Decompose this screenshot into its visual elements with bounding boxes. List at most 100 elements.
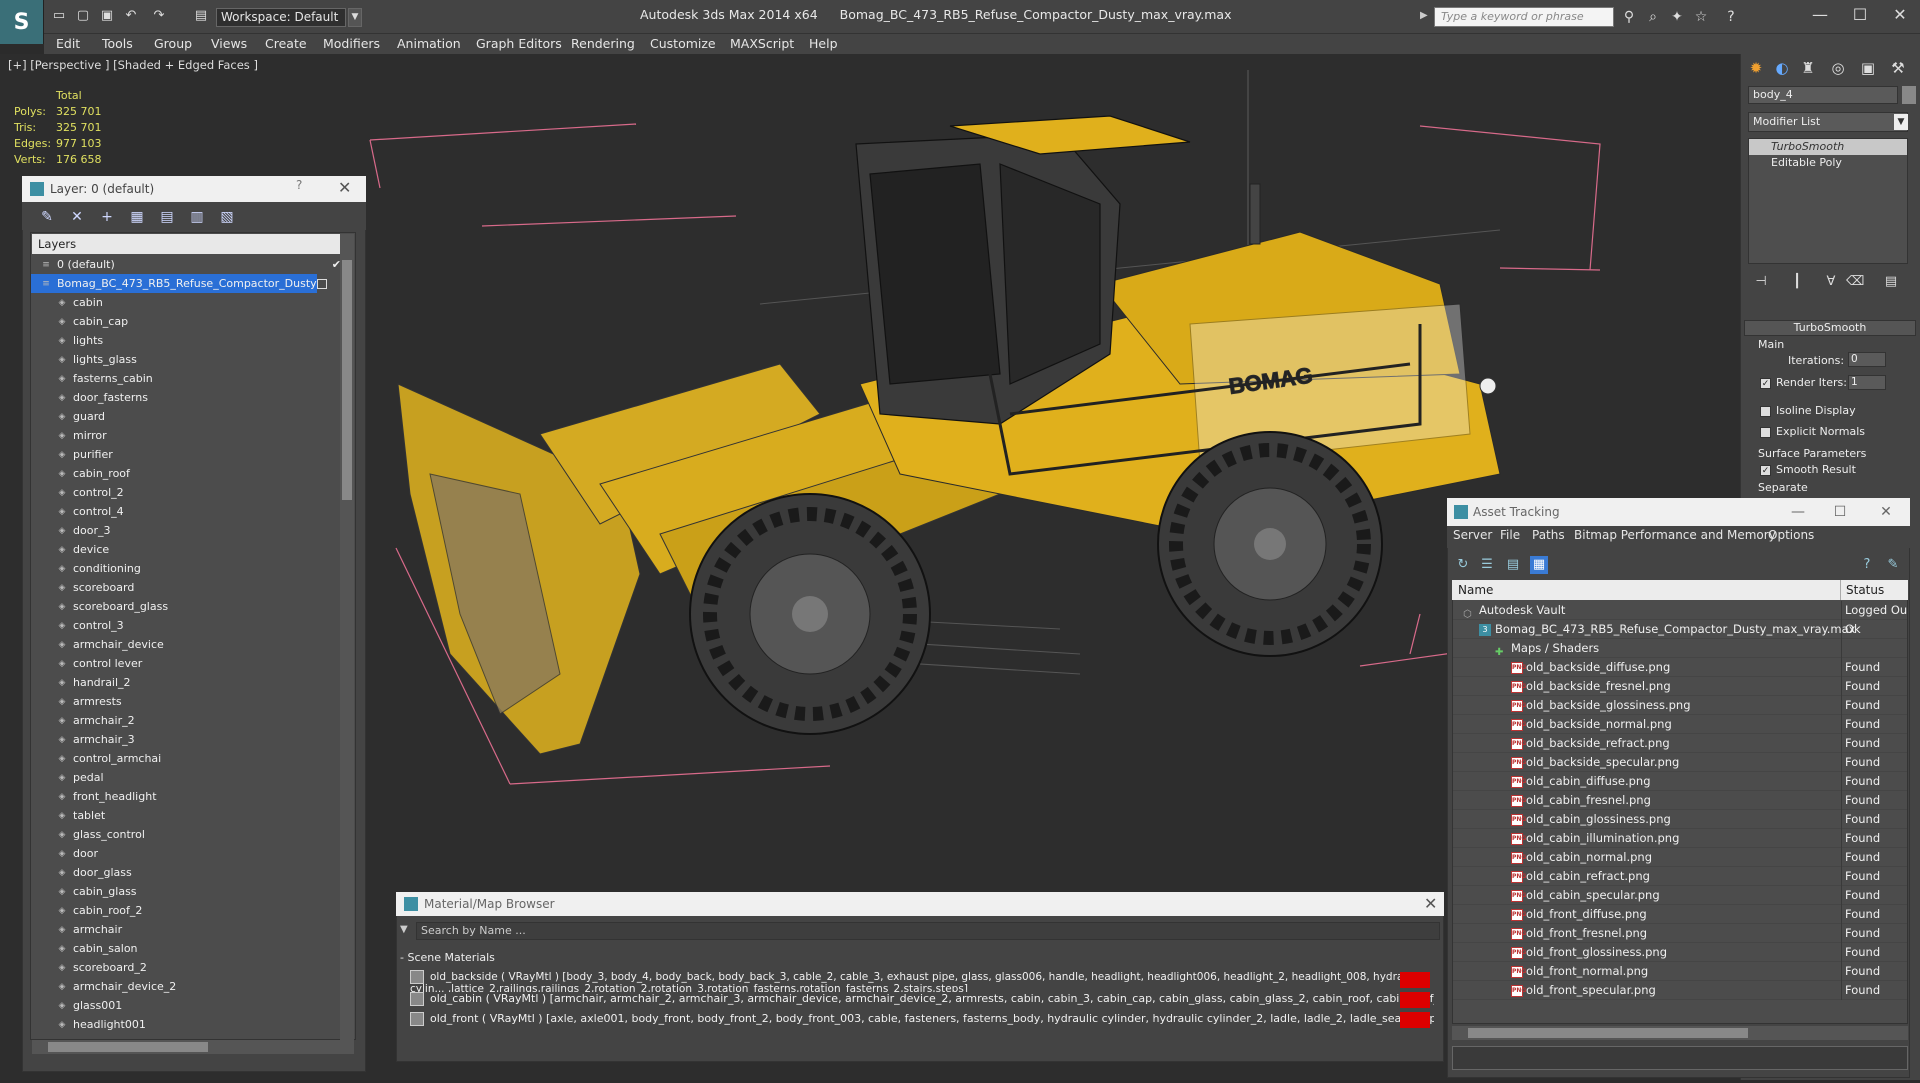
layer-list[interactable]: ≡ 0 (default) ✔ ≡ Bomag_BC_473_RB5_Refuse_Co… — [30, 232, 356, 1040]
redo-icon[interactable]: ↷ — [150, 7, 168, 25]
asset-row[interactable]: PNGold_backside_refract.png Found — [1453, 734, 1907, 753]
menu-views[interactable]: Views — [211, 34, 247, 54]
layer-row[interactable]: ◈ guard — [31, 407, 355, 426]
layer-row[interactable]: ◈ glass001 — [31, 996, 355, 1015]
layer-panel-title[interactable]: Layer: 0 (default) — [22, 176, 366, 202]
layer-row[interactable]: ◈ door_fasterns — [31, 388, 355, 407]
explicit-normals-checkbox[interactable] — [1760, 427, 1771, 438]
layer-row[interactable]: ◈ cabin_roof — [31, 464, 355, 483]
asset-row[interactable]: PNGold_cabin_glossiness.png Found — [1453, 810, 1907, 829]
modifier-list-dropdown[interactable]: Modifier List — [1748, 112, 1908, 132]
favorites-star-icon[interactable]: ☆ — [1692, 8, 1710, 26]
open-file-icon[interactable]: ▢ — [74, 7, 92, 25]
app-logo-icon[interactable]: S — [0, 0, 44, 44]
help-icon[interactable]: ? — [1722, 8, 1740, 26]
close-icon[interactable]: ✕ — [338, 178, 351, 197]
menu-maxscript[interactable]: MAXScript — [730, 34, 794, 54]
subscription-icon[interactable]: ⌕ — [1644, 8, 1662, 26]
asset-row[interactable]: PNGold_backside_diffuse.png Found — [1453, 658, 1907, 677]
table-view-icon[interactable]: ▦ — [1530, 556, 1548, 574]
material-old-backside[interactable]: old_backside ( VRayMtl ) [body_3, body_4… — [410, 970, 1434, 992]
layer-row[interactable]: ◈ cabin_glass — [31, 882, 355, 901]
asset-row[interactable]: ⬡ Autodesk Vault Logged Ou — [1453, 601, 1907, 620]
asset-row[interactable]: PNGold_cabin_fresnel.png Found — [1453, 791, 1907, 810]
layer-row[interactable]: ◈ cabin — [31, 293, 355, 312]
render-iters-spinner[interactable]: 1 — [1848, 375, 1886, 390]
layer-row[interactable]: ◈ conditioning — [31, 559, 355, 578]
layer-row[interactable]: ◈ door_3 — [31, 521, 355, 540]
modify-tab-icon[interactable]: ◐ — [1770, 56, 1794, 80]
search-input[interactable]: Type a keyword or phrase — [1434, 7, 1614, 27]
layer-row[interactable]: ◈ control_3 — [31, 616, 355, 635]
layer-row[interactable]: ◈ scoreboard_2 — [31, 958, 355, 977]
close-icon[interactable]: ✕ — [1870, 500, 1902, 524]
asset-row[interactable]: PNGold_backside_specular.png Found — [1453, 753, 1907, 772]
layer-row[interactable]: ◈ cabin_salon — [31, 939, 355, 958]
layer-row[interactable]: ◈ device — [31, 540, 355, 559]
layer-row[interactable]: ◈ headlight001 — [31, 1015, 355, 1034]
maximize-icon[interactable]: ☐ — [1824, 500, 1856, 524]
maximize-icon[interactable]: ☐ — [1840, 2, 1880, 28]
asset-row[interactable]: PNGold_cabin_specular.png Found — [1453, 886, 1907, 905]
layer-row[interactable]: ◈ control_4 — [31, 502, 355, 521]
layer-row[interactable]: ◈ control lever — [31, 654, 355, 673]
create-tab-icon[interactable]: ✹ — [1744, 56, 1768, 80]
layer-row[interactable]: ◈ cabin_roof_2 — [31, 901, 355, 920]
pin-icon[interactable]: ✎ — [1884, 556, 1902, 574]
layer-row[interactable]: ◈ scoreboard_glass — [31, 597, 355, 616]
configure-sets-icon[interactable]: ▤ — [1882, 273, 1900, 291]
layer-row[interactable]: ◈ door — [31, 844, 355, 863]
delete-layer-icon[interactable]: ✕ — [68, 208, 86, 226]
asset-path-field[interactable] — [1452, 1046, 1908, 1070]
object-color-swatch[interactable] — [1902, 86, 1916, 104]
layer-row[interactable]: ◈ armchair_3 — [31, 730, 355, 749]
asset-menu-server[interactable]: Server — [1453, 528, 1492, 542]
menu-rendering[interactable]: Rendering — [571, 34, 635, 54]
hierarchy-tab-icon[interactable]: ♜ — [1796, 56, 1820, 80]
display-tab-icon[interactable]: ▣ — [1856, 56, 1880, 80]
search-expand-icon[interactable]: ▶ — [1420, 10, 1428, 21]
search-options-icon[interactable]: ▼ — [400, 924, 408, 935]
layer-row[interactable]: ≡ 0 (default) ✔ — [31, 255, 355, 274]
asset-row[interactable]: PNGold_backside_glossiness.png Found — [1453, 696, 1907, 715]
layer-row[interactable]: ◈ cabin_cap — [31, 312, 355, 331]
asset-row[interactable]: PNGold_front_specular.png Found — [1453, 981, 1907, 1000]
asset-row[interactable]: 3 Bomag_BC_473_RB5_Refuse_Compactor_Dusty… — [1453, 620, 1907, 639]
minimize-icon[interactable]: — — [1800, 2, 1840, 28]
asset-menu-file[interactable]: File — [1500, 528, 1520, 542]
layer-hscroll-thumb[interactable] — [48, 1042, 208, 1052]
asset-row[interactable]: PNGold_cabin_illumination.png Found — [1453, 829, 1907, 848]
layer-visibility-box[interactable] — [317, 278, 327, 289]
chevron-down-icon[interactable]: ▼ — [1894, 114, 1908, 130]
asset-row[interactable]: PNGold_front_diffuse.png Found — [1453, 905, 1907, 924]
layers-column-header[interactable]: Layers — [32, 234, 342, 254]
asset-row[interactable]: PNGold_cabin_normal.png Found — [1453, 848, 1907, 867]
undo-icon[interactable]: ↶ — [122, 7, 140, 25]
menu-create[interactable]: Create — [265, 34, 307, 54]
layer-row[interactable]: ◈ front_headlight — [31, 787, 355, 806]
scene-materials-group[interactable]: - Scene Materials — [400, 950, 1440, 966]
layer-row[interactable]: ◈ purifier — [31, 445, 355, 464]
layer-row[interactable]: ◈ armchair_device — [31, 635, 355, 654]
layer-scroll-thumb[interactable] — [342, 260, 352, 500]
smooth-result-checkbox[interactable]: ✓ — [1760, 465, 1771, 476]
project-folder-icon[interactable]: ▤ — [192, 7, 210, 25]
object-name-field[interactable]: body_4 — [1748, 86, 1898, 104]
utilities-tab-icon[interactable]: ⚒ — [1886, 56, 1910, 80]
material-old-front[interactable]: old_front ( VRayMtl ) [axle, axle001, bo… — [410, 1010, 1434, 1028]
layer-row[interactable]: ◈ lights — [31, 331, 355, 350]
menu-tools[interactable]: Tools — [102, 34, 133, 54]
menu-modifiers[interactable]: Modifiers — [323, 34, 380, 54]
render-iters-checkbox[interactable]: ✓ — [1760, 378, 1771, 389]
iterations-spinner[interactable]: 0 — [1848, 352, 1886, 367]
asset-row[interactable]: PNGold_cabin_refract.png Found — [1453, 867, 1907, 886]
help-icon[interactable]: ? — [296, 178, 302, 192]
menu-help[interactable]: Help — [809, 34, 838, 54]
layer-row[interactable]: ◈ fasterns_cabin — [31, 369, 355, 388]
close-icon[interactable]: ✕ — [1424, 894, 1437, 913]
asset-row[interactable]: PNGold_cabin_diffuse.png Found — [1453, 772, 1907, 791]
chevron-down-icon[interactable]: ▼ — [348, 8, 362, 27]
asset-row[interactable]: PNGold_front_normal.png Found — [1453, 962, 1907, 981]
menu-graph-editors[interactable]: Graph Editors — [476, 34, 562, 54]
communication-icon[interactable]: ✦ — [1668, 8, 1686, 26]
